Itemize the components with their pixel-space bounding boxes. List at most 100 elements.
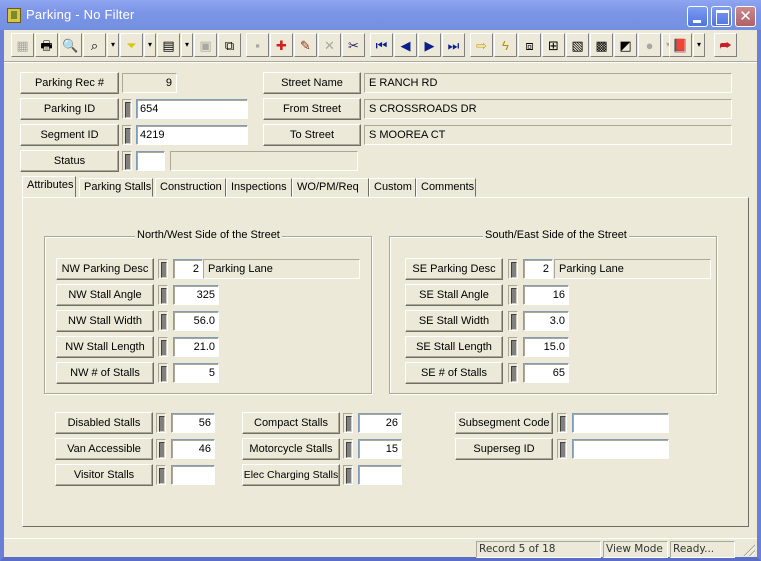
goto-arrow-button[interactable]: ⇨ [470, 33, 493, 57]
motorcycle-stalls-field[interactable]: 15 [358, 439, 402, 459]
segment-id-lock-icon[interactable] [122, 125, 132, 145]
minimize-button[interactable] [687, 6, 708, 27]
report-button[interactable]: ▤ [157, 33, 180, 57]
new-record-button[interactable]: ✚ [270, 33, 293, 57]
subsegment-code-lock-icon[interactable] [557, 413, 567, 433]
se-stall-width-button[interactable]: SE Stall Width [405, 310, 503, 332]
disabled-stalls-lock-icon[interactable] [156, 413, 166, 433]
delete-button[interactable]: ✕ [318, 33, 341, 57]
exit-button[interactable]: ⮫ [714, 33, 737, 57]
previous-record-button[interactable]: ◀ [394, 33, 417, 57]
status-code-field[interactable] [136, 151, 165, 171]
nw-num-stalls-button[interactable]: NW # of Stalls [56, 362, 154, 384]
tab-construction[interactable]: Construction [155, 178, 226, 197]
nw-stall-length-button[interactable]: NW Stall Length [56, 336, 154, 358]
help-dropdown-button[interactable]: ▾ [693, 33, 705, 57]
to-street-label-button[interactable]: To Street [263, 124, 361, 146]
se-stall-angle-lock-icon[interactable] [508, 285, 518, 305]
nw-stall-length-lock-icon[interactable] [158, 337, 168, 357]
filter-dropdown-button[interactable]: ▾ [144, 33, 156, 57]
elec-charging-stalls-button[interactable]: Elec Charging Stalls [242, 464, 340, 486]
parking-rec-label-button[interactable]: Parking Rec # [20, 72, 119, 94]
elec-charging-stalls-lock-icon[interactable] [343, 465, 353, 485]
se-stall-angle-button[interactable]: SE Stall Angle [405, 284, 503, 306]
van-accessible-lock-icon[interactable] [156, 439, 166, 459]
segment-id-label-button[interactable]: Segment ID [20, 124, 119, 146]
subsegment-code-field[interactable] [572, 413, 669, 433]
superseg-id-lock-icon[interactable] [557, 439, 567, 459]
superseg-id-button[interactable]: Superseg ID [455, 438, 553, 460]
save-button[interactable]: ▪ [246, 33, 269, 57]
se-stall-angle-field[interactable]: 16 [523, 285, 569, 305]
tab-parking-stalls[interactable]: Parking Stalls [79, 178, 153, 197]
diagram-button[interactable]: ⊞ [542, 33, 565, 57]
elec-charging-stalls-field[interactable] [358, 465, 402, 485]
gis-button[interactable]: ◩ [614, 33, 637, 57]
print-preview-button[interactable]: 🔍 [59, 33, 82, 57]
edit-pencil-button[interactable]: ✎ [294, 33, 317, 57]
van-accessible-field[interactable]: 46 [171, 439, 215, 459]
next-record-button[interactable]: ▶ [418, 33, 441, 57]
se-num-stalls-field[interactable]: 65 [523, 363, 569, 383]
tab-wo-pm-req[interactable]: WO/PM/Req [292, 178, 369, 197]
calculator-button[interactable]: ▩ [590, 33, 613, 57]
status-label-button[interactable]: Status [20, 150, 119, 172]
se-stall-width-lock-icon[interactable] [508, 311, 518, 331]
close-button[interactable]: ✕ [735, 6, 756, 27]
visitor-stalls-lock-icon[interactable] [156, 465, 166, 485]
se-stall-length-field[interactable]: 15.0 [523, 337, 569, 357]
print-button[interactable]: 🖶 [35, 33, 58, 57]
tab-custom[interactable]: Custom [369, 178, 416, 197]
nw-stall-width-lock-icon[interactable] [158, 311, 168, 331]
motorcycle-stalls-lock-icon[interactable] [343, 439, 353, 459]
find-button[interactable]: ⌕ [83, 33, 106, 57]
se-stall-length-button[interactable]: SE Stall Length [405, 336, 503, 358]
street-name-label-button[interactable]: Street Name [263, 72, 361, 94]
tab-inspections[interactable]: Inspections [226, 178, 292, 197]
filter-button[interactable]: ⏷ [120, 33, 143, 57]
se-parking-desc-lock-icon[interactable] [508, 259, 518, 279]
export-button[interactable]: ⧉ [218, 33, 241, 57]
title-bar[interactable]: Parking - No Filter ✕ [0, 0, 761, 30]
tab-comments[interactable]: Comments [416, 178, 476, 197]
nw-stall-width-button[interactable]: NW Stall Width [56, 310, 154, 332]
parking-id-lock-icon[interactable] [122, 99, 132, 119]
visitor-stalls-field[interactable] [171, 465, 215, 485]
nw-stall-angle-lock-icon[interactable] [158, 285, 168, 305]
se-num-stalls-button[interactable]: SE # of Stalls [405, 362, 503, 384]
resize-grip-icon[interactable] [742, 543, 755, 556]
disabled-stalls-button[interactable]: Disabled Stalls [55, 412, 153, 434]
parking-id-field[interactable]: 654 [136, 99, 248, 119]
nw-num-stalls-lock-icon[interactable] [158, 363, 168, 383]
compact-stalls-field[interactable]: 26 [358, 413, 402, 433]
se-parking-desc-button[interactable]: SE Parking Desc [405, 258, 503, 280]
relate-button[interactable]: ⧈ [518, 33, 541, 57]
nw-stall-length-field[interactable]: 21.0 [173, 337, 219, 357]
se-stall-width-field[interactable]: 3.0 [523, 311, 569, 331]
report-dropdown-button[interactable]: ▾ [181, 33, 193, 57]
first-record-button[interactable]: ⏮ [370, 33, 393, 57]
se-num-stalls-lock-icon[interactable] [508, 363, 518, 383]
help-book-button[interactable]: 📕 [669, 33, 692, 57]
find-dropdown-button[interactable]: ▾ [107, 33, 119, 57]
subsegment-code-button[interactable]: Subsegment Code [455, 412, 553, 434]
nw-parking-desc-lock-icon[interactable] [158, 259, 168, 279]
comment-button[interactable]: ● [638, 33, 661, 57]
grid-view-button[interactable]: ▦ [11, 33, 34, 57]
motorcycle-stalls-button[interactable]: Motorcycle Stalls [242, 438, 340, 460]
nw-parking-desc-button[interactable]: NW Parking Desc [56, 258, 154, 280]
nw-stall-angle-field[interactable]: 325 [173, 285, 219, 305]
se-parking-desc-code-field[interactable]: 2 [523, 259, 553, 279]
se-stall-length-lock-icon[interactable] [508, 337, 518, 357]
compact-stalls-button[interactable]: Compact Stalls [242, 412, 340, 434]
compact-stalls-lock-icon[interactable] [343, 413, 353, 433]
nw-num-stalls-field[interactable]: 5 [173, 363, 219, 383]
superseg-id-field[interactable] [572, 439, 669, 459]
visitor-stalls-button[interactable]: Visitor Stalls [55, 464, 153, 486]
properties-button[interactable]: ▣ [194, 33, 217, 57]
last-record-button[interactable]: ⏭ [442, 33, 465, 57]
van-accessible-button[interactable]: Van Accessible [55, 438, 153, 460]
nw-parking-desc-code-field[interactable]: 2 [173, 259, 203, 279]
cut-button[interactable]: ✂ [342, 33, 365, 57]
maximize-button[interactable] [711, 6, 732, 27]
